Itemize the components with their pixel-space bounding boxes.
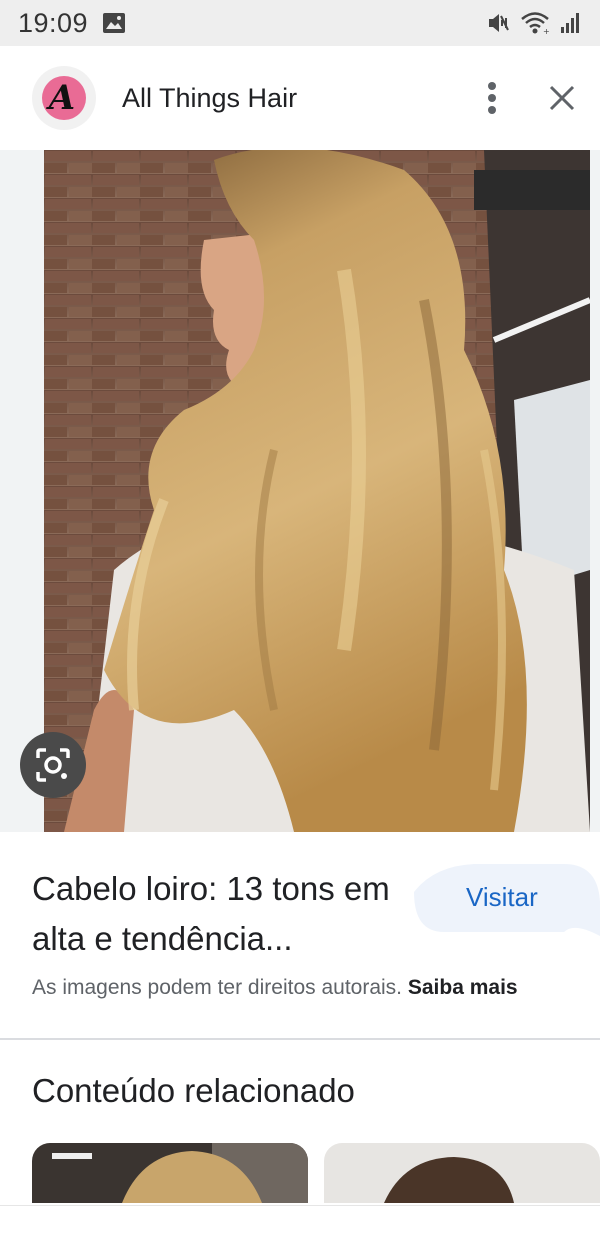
source-logo[interactable]: A (32, 66, 96, 130)
more-vert-icon[interactable] (486, 80, 498, 116)
visit-button[interactable]: Visitar (466, 882, 538, 913)
gallery-icon (102, 12, 126, 34)
result-title[interactable]: Cabelo loiro: 13 tons em alta e tendênci… (32, 864, 412, 964)
source-name[interactable]: All Things Hair (122, 83, 297, 114)
logo-badge: A (42, 76, 86, 120)
status-time: 19:09 (18, 7, 89, 38)
logo-letter: A (48, 78, 76, 118)
close-icon[interactable] (548, 84, 576, 112)
source-header: A All Things Hair (0, 46, 600, 150)
divider (0, 1038, 600, 1040)
visit-button-container: Visitar (414, 862, 600, 936)
result-image[interactable] (44, 150, 590, 832)
signal-icon (560, 11, 582, 35)
header-actions (486, 80, 576, 116)
wifi-icon: + (520, 11, 550, 35)
bottom-strip (0, 1205, 600, 1235)
learn-more-link[interactable]: Saiba mais (408, 976, 518, 999)
svg-text:+: + (543, 27, 550, 35)
copyright-notice: As imagens podem ter direitos autorais. … (32, 976, 518, 1000)
status-bar: 19:09 + (0, 0, 600, 46)
related-card-2[interactable] (324, 1143, 600, 1203)
related-card-1[interactable] (32, 1143, 308, 1203)
image-viewer (0, 150, 600, 832)
status-icons: + (486, 11, 582, 35)
copyright-text: As imagens podem ter direitos autorais. (32, 976, 403, 999)
google-lens-icon[interactable] (20, 732, 86, 798)
mute-icon (486, 11, 510, 35)
related-heading: Conteúdo relacionado (32, 1072, 355, 1109)
